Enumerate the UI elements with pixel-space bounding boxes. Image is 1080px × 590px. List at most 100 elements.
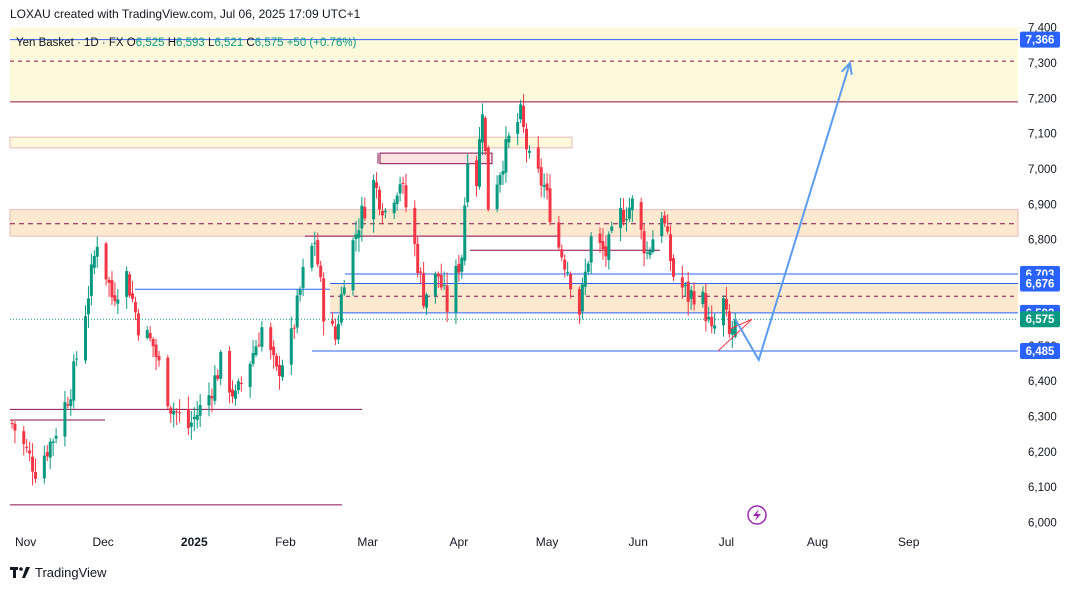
candle-body: [566, 271, 570, 273]
candle-body: [601, 241, 605, 250]
x-tick-label: Aug: [807, 535, 828, 549]
price-chart[interactable]: 6,0006,1006,2006,3006,4006,5006,6006,700…: [0, 0, 1080, 590]
candle-body: [186, 409, 190, 429]
y-tick-label: 6,300: [1028, 411, 1057, 423]
candle-body: [454, 265, 458, 313]
candle-body: [86, 298, 90, 315]
y-tick-label: 6,200: [1028, 447, 1057, 459]
candle-body: [51, 441, 55, 443]
y-tick-label: 7,200: [1028, 93, 1057, 105]
candle-body: [466, 163, 470, 203]
candle-body: [95, 246, 99, 257]
candle-body: [84, 316, 87, 361]
candle-body: [195, 414, 199, 420]
candle-body: [339, 294, 343, 323]
candle-body: [507, 135, 511, 143]
candle-body: [54, 435, 58, 439]
candle-body: [639, 202, 643, 230]
candle-body: [495, 184, 499, 209]
candle-body: [63, 402, 67, 437]
candle-body: [545, 183, 549, 191]
candle-body: [157, 355, 161, 361]
candle-body: [13, 423, 17, 431]
candle-body: [480, 114, 484, 143]
x-tick-label: 2025: [181, 535, 208, 549]
candle-body: [619, 207, 623, 229]
candle-body: [486, 147, 490, 210]
candle-body: [28, 450, 32, 454]
candle-body: [504, 139, 508, 173]
candle-body: [316, 240, 320, 265]
candle-body: [154, 344, 158, 357]
price-badge-label: 6,575: [1026, 314, 1055, 326]
candle-body: [669, 234, 673, 262]
y-tick-label: 7,100: [1028, 129, 1057, 141]
candle-body: [713, 325, 717, 329]
candle-body: [610, 226, 614, 231]
candle-body: [404, 185, 408, 208]
candle-body: [25, 446, 29, 448]
candle-body: [363, 206, 367, 219]
tradingview-logo-icon: [10, 566, 30, 578]
candle-body: [357, 230, 361, 238]
candle-body: [724, 298, 728, 310]
candle-body: [380, 211, 384, 216]
candle-body: [72, 361, 76, 401]
candle-body: [666, 226, 670, 232]
candle-body: [189, 422, 193, 427]
candle-body: [151, 339, 155, 347]
candle-body: [536, 147, 540, 169]
candle-body: [516, 122, 520, 134]
candle-body: [463, 205, 467, 261]
candle-body: [219, 352, 223, 379]
price-badge-label: 6,485: [1026, 346, 1055, 358]
candle-body: [280, 365, 284, 378]
y-tick-label: 7,300: [1028, 58, 1057, 70]
candle-body: [125, 271, 129, 297]
candle-body: [116, 299, 120, 304]
candle-body: [275, 355, 279, 367]
candle-body: [483, 117, 487, 152]
candle-body: [372, 179, 376, 220]
candle-body: [398, 184, 402, 194]
chart-legend: Yen Basket · 1D · FX O6,525 H6,593 L6,52…: [16, 37, 357, 49]
tradingview-brand[interactable]: TradingView: [10, 565, 107, 580]
candle-body: [580, 284, 584, 312]
candle-body: [710, 316, 714, 327]
x-tick-label: Nov: [15, 535, 36, 549]
candle-body: [128, 274, 132, 296]
candle-body: [557, 222, 561, 248]
candle-body: [104, 243, 108, 280]
x-tick-label: Feb: [275, 535, 296, 549]
x-tick-label: Apr: [450, 535, 469, 549]
candle-body: [433, 273, 437, 296]
candle-body: [69, 399, 73, 407]
candle-body: [457, 263, 461, 273]
candle-body: [172, 410, 176, 415]
candle-body: [413, 207, 417, 244]
candle-body: [251, 353, 255, 364]
candle-body: [522, 105, 526, 127]
candle-body: [107, 279, 111, 283]
candle-body: [642, 231, 646, 254]
candle-body: [66, 404, 70, 406]
candle-body: [498, 175, 502, 185]
candle-body: [289, 328, 293, 365]
candle-body: [231, 389, 234, 397]
y-tick-label: 7,000: [1028, 164, 1057, 176]
candle-body: [721, 298, 725, 326]
candle-body: [627, 207, 631, 219]
candle-body: [383, 210, 387, 213]
legend-close-label: C: [246, 37, 254, 49]
candle-body: [10, 423, 14, 425]
candle-body: [525, 128, 528, 150]
candle-body: [354, 234, 358, 240]
candle-body: [254, 346, 258, 355]
candle-body: [330, 320, 334, 324]
candle-body: [586, 263, 590, 272]
candle-body: [175, 411, 179, 413]
candle-body: [92, 256, 96, 268]
demand-zone: [330, 283, 1018, 313]
candle-body: [416, 243, 420, 273]
candle-body: [683, 284, 687, 287]
